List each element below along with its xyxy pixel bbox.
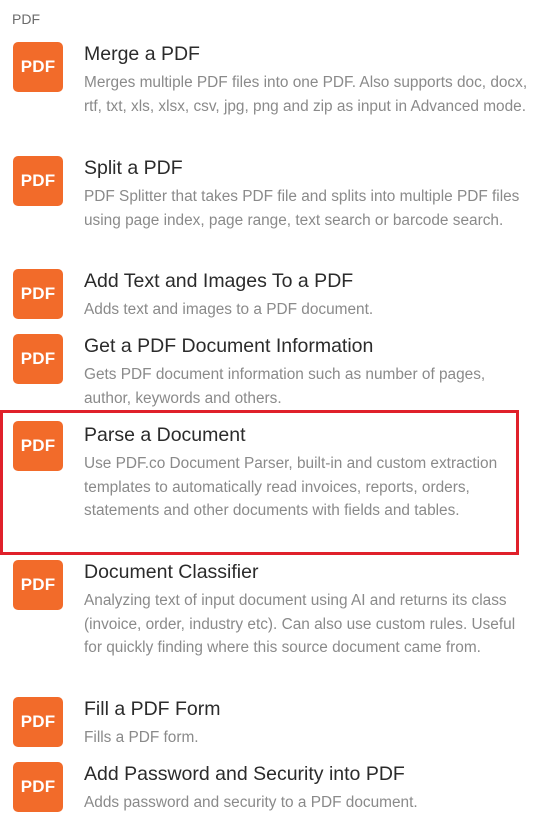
- list-item-document-classifier[interactable]: PDF Document Classifier Analyzing text o…: [12, 560, 527, 685]
- list-item-split-pdf[interactable]: PDF Split a PDF PDF Splitter that takes …: [12, 156, 527, 256]
- section-header: PDF: [12, 11, 40, 27]
- item-description: Merges multiple PDF files into one PDF. …: [84, 74, 528, 115]
- list-item-fill-pdf-form[interactable]: PDF Fill a PDF Form Fills a PDF form.: [12, 697, 527, 749]
- pdf-icon: PDF: [13, 762, 63, 812]
- item-title: Merge a PDF: [84, 43, 200, 65]
- pdf-icon: PDF: [13, 334, 63, 384]
- item-description: Adds text and images to a PDF document.: [84, 301, 374, 318]
- item-title: Fill a PDF Form: [84, 698, 221, 720]
- item-description: Analyzing text of input document using A…: [84, 592, 516, 657]
- item-description: Adds password and security to a PDF docu…: [84, 794, 418, 811]
- list-item-parse-document[interactable]: PDF Parse a Document Use PDF.co Document…: [12, 421, 527, 546]
- pdf-icon: PDF: [13, 560, 63, 610]
- list-item-add-text-images[interactable]: PDF Add Text and Images To a PDF Adds te…: [12, 269, 527, 321]
- module-list: PDF PDF Merge a PDF Merges multiple PDF …: [0, 0, 547, 823]
- item-description: PDF Splitter that takes PDF file and spl…: [84, 188, 520, 229]
- item-description: Fills a PDF form.: [84, 729, 199, 746]
- pdf-icon: PDF: [13, 156, 63, 206]
- pdf-icon: PDF: [13, 269, 63, 319]
- pdf-icon: PDF: [13, 42, 63, 92]
- item-title: Add Text and Images To a PDF: [84, 270, 354, 292]
- item-title: Add Password and Security into PDF: [84, 763, 405, 785]
- list-item-add-password-security[interactable]: PDF Add Password and Security into PDF A…: [12, 762, 527, 814]
- pdf-icon: PDF: [13, 421, 63, 471]
- pdf-icon: PDF: [13, 697, 63, 747]
- list-item-document-information[interactable]: PDF Get a PDF Document Information Gets …: [12, 334, 527, 410]
- item-title: Document Classifier: [84, 561, 259, 583]
- item-description: Gets PDF document information such as nu…: [84, 366, 486, 407]
- item-title: Parse a Document: [84, 424, 246, 446]
- item-title: Get a PDF Document Information: [84, 335, 374, 357]
- item-description: Use PDF.co Document Parser, built-in and…: [84, 455, 498, 520]
- list-item-merge-pdf[interactable]: PDF Merge a PDF Merges multiple PDF file…: [12, 42, 527, 142]
- item-title: Split a PDF: [84, 157, 183, 179]
